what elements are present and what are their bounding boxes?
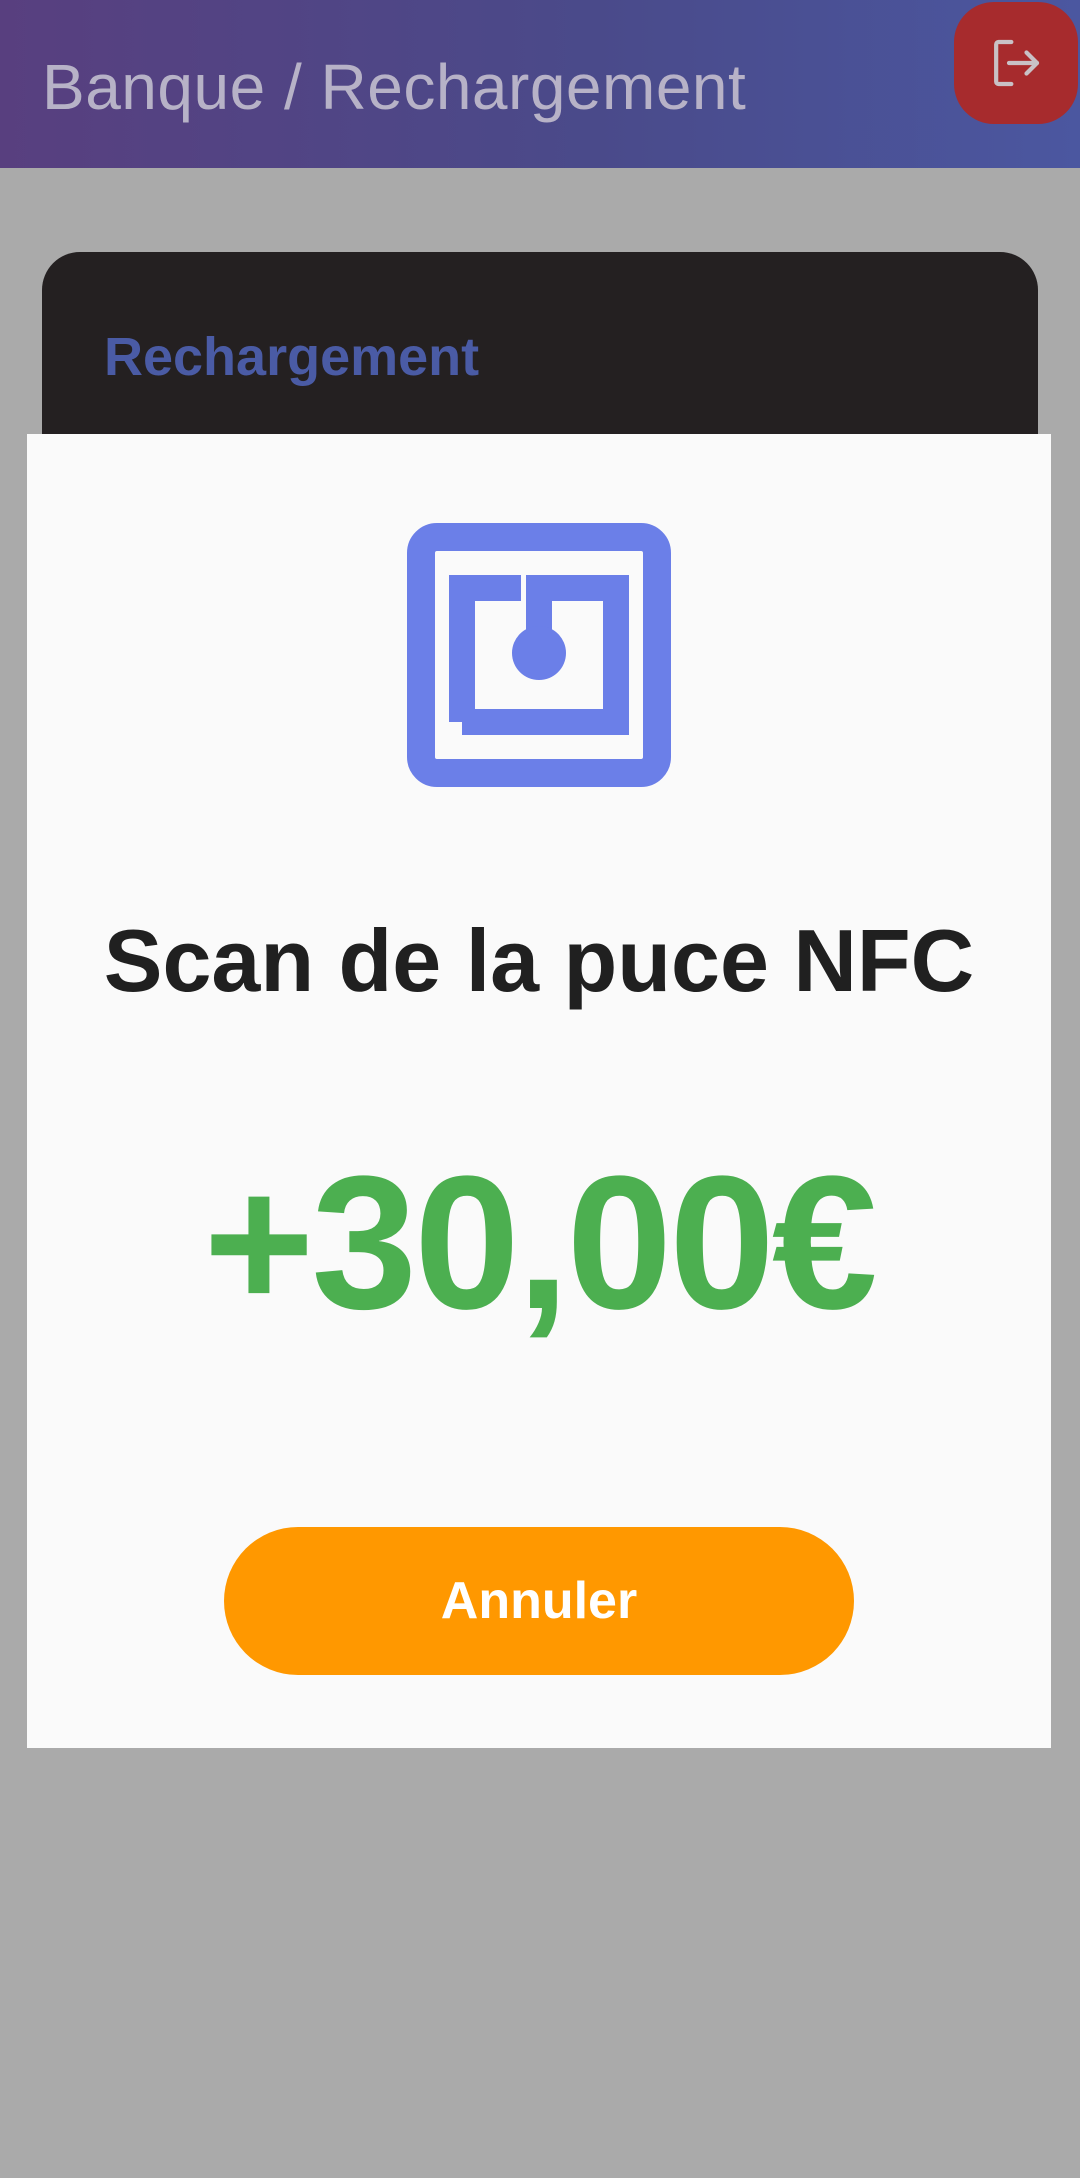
nfc-scan-dialog: Scan de la puce NFC +30,00€ Annuler <box>27 434 1051 1748</box>
cancel-button[interactable]: Annuler <box>224 1527 854 1675</box>
card-title: Rechargement <box>104 327 480 387</box>
app-bar: Banque / Rechargement <box>0 0 1080 168</box>
screen: Banque / Rechargement Rechargement Scan … <box>0 0 1080 2178</box>
logout-button[interactable] <box>954 2 1078 124</box>
page-title: Banque / Rechargement <box>42 51 747 123</box>
dialog-title: Scan de la puce NFC <box>103 911 975 1010</box>
recharge-amount: +30,00€ <box>203 1137 877 1349</box>
logout-icon <box>994 39 1040 87</box>
nfc-icon <box>407 523 671 787</box>
